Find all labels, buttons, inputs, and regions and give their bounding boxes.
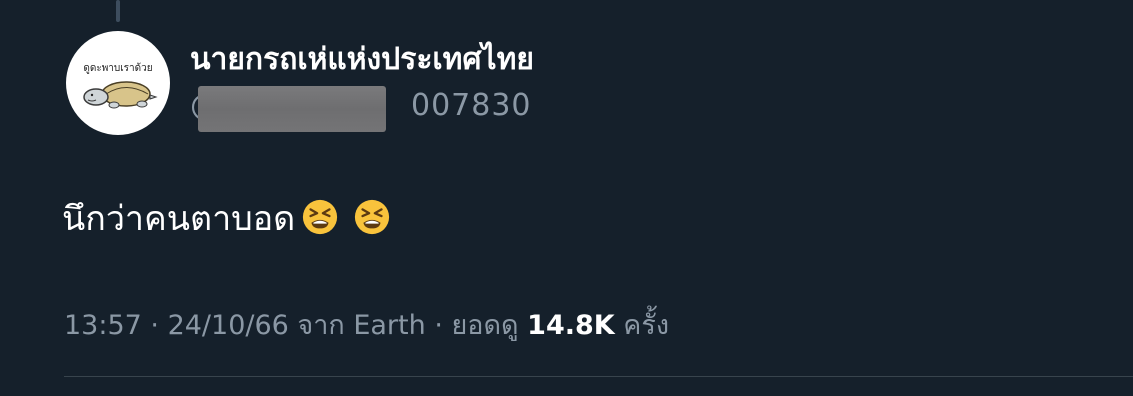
tweet-date[interactable]: 24/10/66 xyxy=(168,310,289,341)
author-display-name[interactable]: นายกรถเห่แห่งประเทศไทย xyxy=(190,42,534,78)
divider xyxy=(64,376,1133,377)
tired-face-emoji-icon xyxy=(303,199,338,235)
views-count[interactable]: 14.8K xyxy=(527,310,615,341)
avatar[interactable]: ดูดะพาบเราด้วย xyxy=(66,31,170,135)
meta-separator: · xyxy=(141,310,168,341)
tweet-meta: 13:57 · 24/10/66 จาก Earth · ยอดดู 14.8K… xyxy=(64,308,669,343)
thread-connector-line xyxy=(116,0,120,22)
views-prefix: ยอดดู xyxy=(451,310,528,341)
source-prefix: จาก xyxy=(288,310,354,341)
turtle-illustration-icon xyxy=(83,81,158,109)
tweet-text: นึกว่าคนตาบอด xyxy=(62,199,296,239)
meta-separator: · xyxy=(425,310,452,341)
tired-face-emoji-icon xyxy=(355,199,390,235)
tweet-source: Earth xyxy=(353,310,426,341)
handle-redaction-block xyxy=(198,86,386,132)
tweet-time[interactable]: 13:57 xyxy=(64,310,142,341)
avatar-caption: ดูดะพาบเราด้วย xyxy=(83,63,153,74)
author-handle[interactable]: @007830 xyxy=(190,86,531,132)
tweet-body: นึกว่าคนตาบอด xyxy=(62,197,391,241)
views-suffix: ครั้ง xyxy=(614,310,670,341)
